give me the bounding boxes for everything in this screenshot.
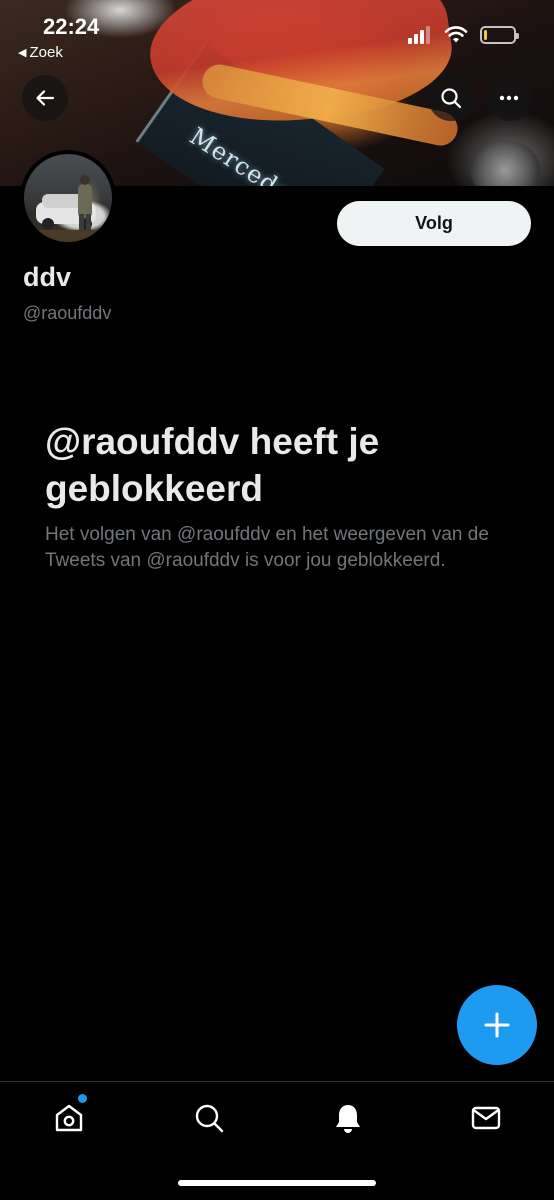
plus-icon [484,1012,510,1038]
mail-icon [471,1106,501,1130]
avatar-photo [24,175,112,242]
blocked-title: @raoufddv heeft je geblokkeerd [45,421,380,509]
status-icons [408,26,519,44]
banner-watch-shape [470,140,540,186]
search-icon [195,1104,224,1133]
more-horizontal-icon [499,95,519,101]
avatar[interactable] [20,150,116,246]
blocked-description: Het volgen van @raoufddv en het weergeve… [45,524,489,571]
compose-tweet-button[interactable] [457,985,537,1065]
back-to-app-label: Zoek [29,44,63,61]
battery-fill [484,30,487,40]
user-handle: @raoufddv [23,303,112,323]
back-button[interactable] [22,75,68,121]
battery-low-icon [480,26,519,44]
search-button[interactable] [428,75,474,121]
bell-icon [336,1105,360,1133]
back-to-app-link[interactable]: ◀ Zoek [18,44,63,61]
search-icon [441,88,462,109]
follow-button[interactable]: Volg [337,201,531,246]
back-triangle-icon: ◀ [18,47,27,59]
tab-messages[interactable] [466,1098,506,1138]
status-time: 22:24 [43,14,100,39]
home-notification-dot [78,1094,87,1103]
arrow-left-icon [36,90,55,106]
more-button[interactable] [486,75,532,121]
home-indicator[interactable] [178,1180,376,1186]
display-name: ddv [23,262,72,292]
cellular-signal-icon [408,26,430,44]
home-icon [55,1104,83,1132]
tab-notifications[interactable] [328,1098,368,1138]
wifi-icon [444,26,468,43]
tab-home[interactable] [49,1098,89,1138]
tab-search[interactable] [189,1098,229,1138]
